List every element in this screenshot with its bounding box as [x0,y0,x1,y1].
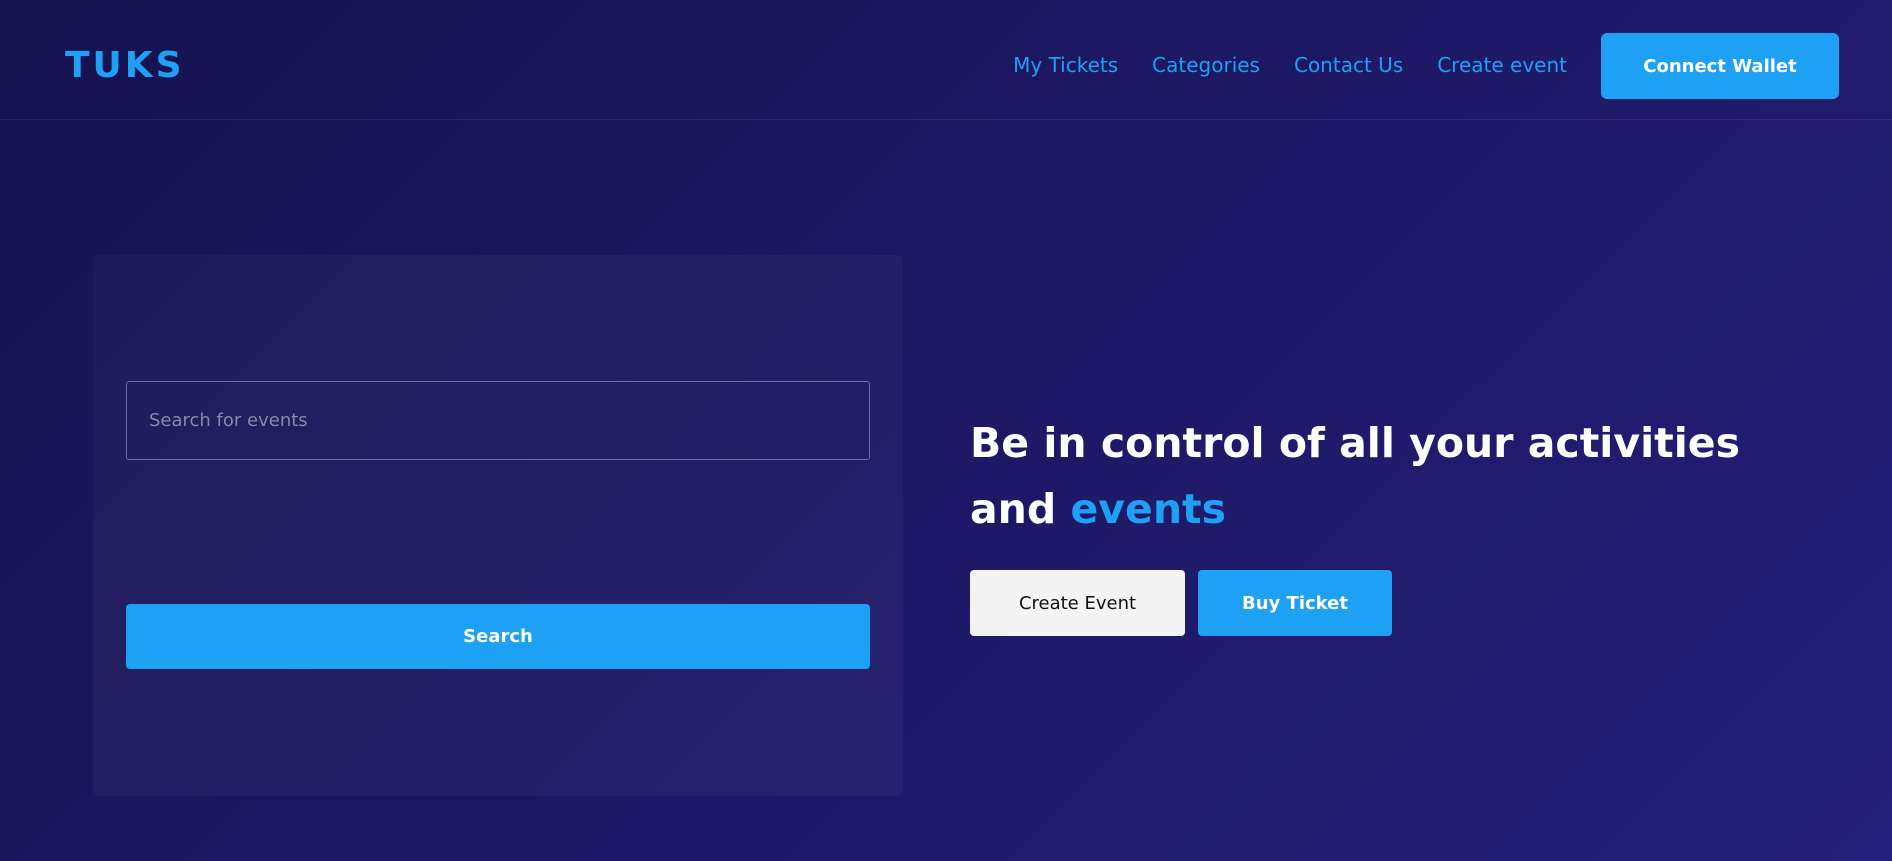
search-input[interactable] [126,381,870,460]
hero-headline: Be in control of all your activities and… [970,410,1830,542]
buy-ticket-button[interactable]: Buy Ticket [1198,570,1392,636]
nav-categories[interactable]: Categories [1152,52,1260,78]
search-button[interactable]: Search [126,604,870,669]
main-nav: My Tickets Categories Contact Us Create … [1013,52,1567,78]
hero-section: Be in control of all your activities and… [970,410,1830,636]
search-panel: Search [93,255,903,796]
nav-contact-us[interactable]: Contact Us [1294,52,1403,78]
connect-wallet-button[interactable]: Connect Wallet [1601,33,1839,99]
nav-my-tickets[interactable]: My Tickets [1013,52,1118,78]
logo[interactable]: TUKS [65,44,185,88]
headline-line-1: Be in control of all your activities [970,419,1740,467]
create-event-button[interactable]: Create Event [970,570,1185,636]
headline-accent: events [1070,485,1227,533]
top-header: TUKS My Tickets Categories Contact Us Cr… [0,0,1892,120]
nav-create-event[interactable]: Create event [1437,52,1567,78]
headline-line-2-start: and [970,485,1071,533]
hero-buttons: Create Event Buy Ticket [970,570,1830,636]
